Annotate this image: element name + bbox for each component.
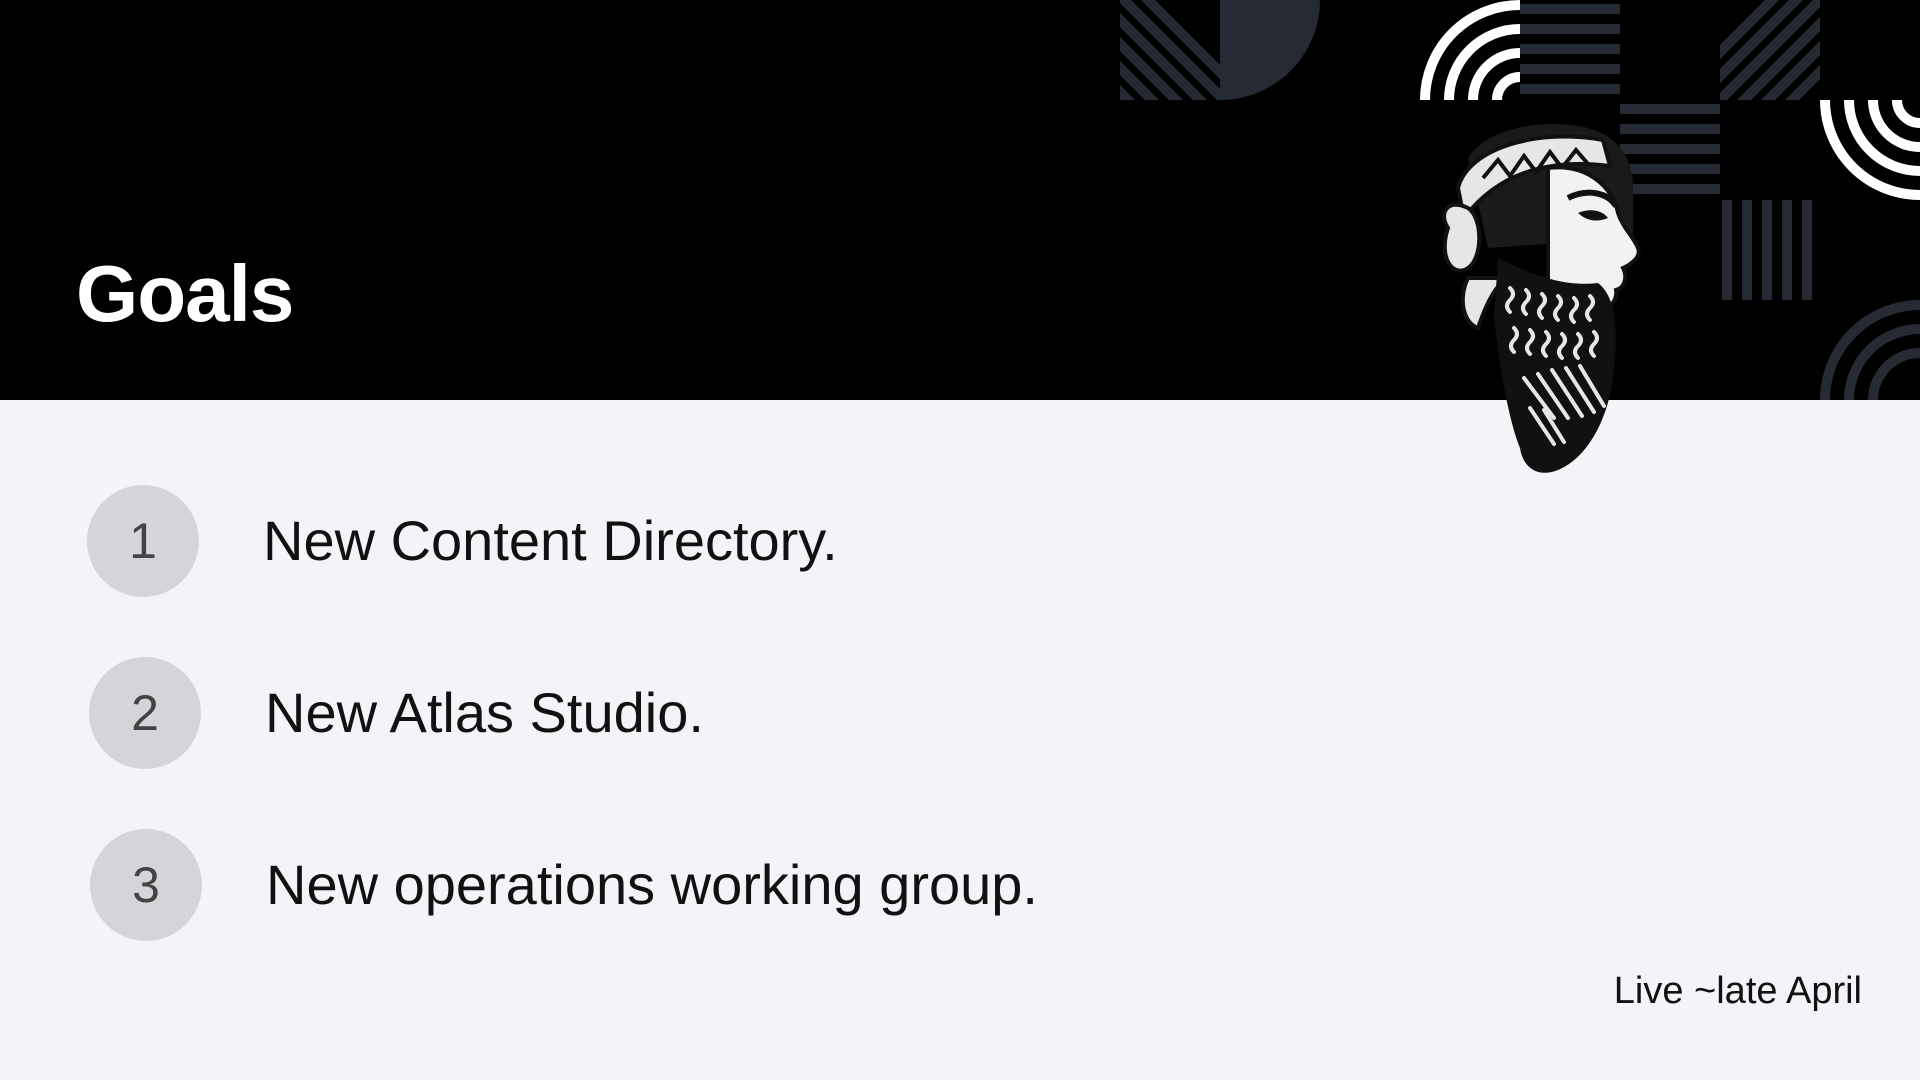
bearded-king-head-icon (1442, 123, 1641, 473)
goal-text: New operations working group. (266, 853, 1038, 916)
release-note: Live ~late April (1613, 970, 1862, 1012)
goal-number-badge: 3 (90, 829, 202, 941)
goal-number-badge: 1 (87, 485, 199, 597)
slide-title: Goals (76, 249, 294, 338)
goal-number-badge: 2 (89, 657, 201, 769)
goal-text: New Content Directory. (263, 509, 838, 572)
goal-text: New Atlas Studio. (265, 681, 704, 744)
